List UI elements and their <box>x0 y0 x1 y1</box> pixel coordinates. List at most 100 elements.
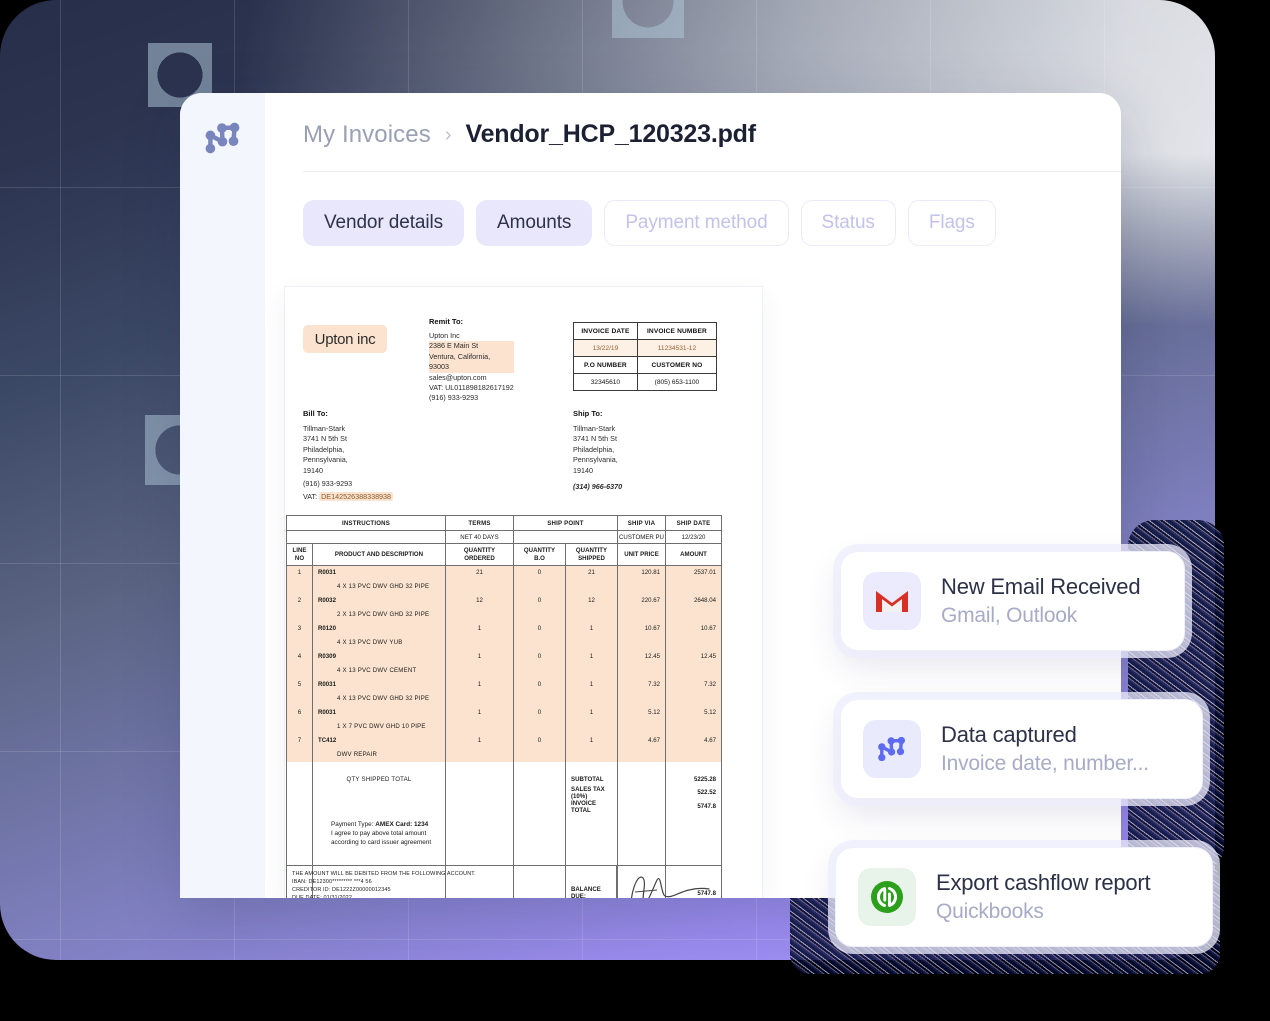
col-unit-price: UNIT PRICE <box>617 543 666 566</box>
cell-sku: R0120 <box>312 621 446 636</box>
tab-flags[interactable]: Flags <box>907 200 996 246</box>
cell-amount: 7.32 <box>665 677 722 692</box>
payment-type-line: Payment Type: AMEX Card: 1234 <box>331 820 445 829</box>
table-row: 3 R0120 1 0 1 10.67 10.67 <box>286 621 722 636</box>
screenshot-stage: My Invoices › Vendor_HCP_120323.pdf Vend… <box>0 0 1270 1021</box>
ship-point-value <box>513 530 618 544</box>
instructions-label: INSTRUCTIONS <box>286 515 446 531</box>
sales-tax-label: SALES TAX (10%) <box>565 785 618 800</box>
customer-no-value: (805) 653-1100 <box>636 373 718 391</box>
cell-ordered: 1 <box>445 677 514 692</box>
cell-bo: 0 <box>513 705 566 720</box>
tab-payment-method[interactable]: Payment method <box>604 200 789 246</box>
invoice-total-label: INVOICE TOTAL <box>565 799 618 814</box>
cell-ordered: 12 <box>445 593 514 608</box>
payment-note-block: Payment Type: AMEX Card: 1234 I agree to… <box>312 813 446 848</box>
cell-description: DWV REPAIR <box>312 747 446 762</box>
cell-shipped: 12 <box>565 593 618 608</box>
nanonets-logo-icon[interactable] <box>202 117 244 159</box>
payment-agreement-line-1: I agree to pay above total amount <box>331 829 427 837</box>
bill-to-line: 3741 N 5th St <box>303 434 347 444</box>
remit-to-line: Upton Inc <box>429 331 460 340</box>
bill-to-line: Philadelphia, <box>303 444 345 454</box>
cell-amount: 10.67 <box>665 621 722 636</box>
cell-sku: TC412 <box>312 733 446 748</box>
breadcrumb-parent-link[interactable]: My Invoices <box>303 121 431 149</box>
payment-note-row: Payment Type: AMEX Card: 1234 I agree to… <box>286 813 722 848</box>
tab-amounts[interactable]: Amounts <box>476 200 593 246</box>
bill-to-line: Tillman-Stark <box>303 424 346 433</box>
table-column-header-row: LINE NO PRODUCT AND DESCRIPTION QUANTITY O… <box>286 543 722 566</box>
ship-to-block: Ship To: Tillman-Stark 3741 N 5th St Phi… <box>573 409 622 492</box>
remit-to-block: Remit To: Upton Inc 2386 E Main St Ventu… <box>429 317 514 404</box>
cell-shipped: 1 <box>565 705 618 720</box>
cell-shipped: 1 <box>565 621 618 636</box>
instructions-value <box>286 530 446 544</box>
cell-description: 4 X 13 PVC DWV GHD 32 PIPE <box>312 579 446 594</box>
table-row: 2 R0032 12 0 12 220.67 2648.04 <box>286 593 722 608</box>
totals-row-invoice-total: INVOICE TOTAL 5747.8 <box>286 799 722 814</box>
ship-via-label: SHIP VIA <box>617 515 666 531</box>
cell-sku: R0032 <box>312 593 446 608</box>
bill-to-title: Bill To: <box>303 409 328 418</box>
table-row: 4 R0309 1 0 1 12.45 12.45 <box>286 649 722 664</box>
bill-to-vat-label: VAT: <box>303 492 318 502</box>
cell-line-no: 5 <box>286 677 313 692</box>
cell-line-no: 6 <box>286 705 313 720</box>
table-row-desc: 4 X 13 PVC DWV YUB <box>286 635 722 650</box>
sparkle-icon <box>612 0 684 38</box>
notification-subtitle: Invoice date, number... <box>941 752 1149 775</box>
col-quantity-shipped: QUANTITY SHIPPED <box>565 543 618 566</box>
cell-description: 4 X 13 PVC DWV GHD 32 PIPE <box>312 691 446 706</box>
notification-card-email[interactable]: New Email Received Gmail, Outlook <box>840 551 1185 651</box>
remit-to-line: Ventura, California, <box>429 351 514 363</box>
ship-to-phone: (314) 966-6370 <box>573 482 623 492</box>
cell-amount: 5.12 <box>665 705 722 720</box>
cell-bo: 0 <box>513 621 566 636</box>
gmail-icon <box>863 572 921 630</box>
remit-to-title: Remit To: <box>429 317 464 326</box>
bank-details-block: THE AMOUNT WILL BE DEBITED FROM THE FOLL… <box>286 865 617 898</box>
payment-type-value: AMEX Card: 1234 <box>375 820 429 828</box>
cell-bo: 0 <box>513 733 566 748</box>
customer-no-label: CUSTOMER NO <box>636 356 718 374</box>
col-quantity-bo: QUANTITY B.O <box>513 543 566 566</box>
invoice-document-preview[interactable]: Upton inc Remit To: Upton Inc 2386 E Mai… <box>285 287 762 898</box>
notification-card-data-captured[interactable]: Data captured Invoice date, number... <box>840 699 1203 799</box>
payment-type-label: Payment Type: <box>331 820 374 828</box>
bill-to-phone: (916) 933-9293 <box>303 479 353 489</box>
bank-line-2: IBAN: DE12300********* ***4 56 <box>292 879 372 885</box>
tab-vendor-details[interactable]: Vendor details <box>303 200 465 246</box>
cell-description: 4 X 13 PVC DWV CEMENT <box>312 663 446 678</box>
remit-to-phone: (916) 933-9293 <box>429 393 479 403</box>
notification-card-quickbooks[interactable]: Export cashflow report Quickbooks <box>835 847 1213 947</box>
table-row: 7 TC412 1 0 1 4.67 4.67 <box>286 733 722 748</box>
invoice-date-value: 13/22/19 <box>573 339 638 357</box>
cell-unit-price: 120.81 <box>617 565 666 580</box>
cell-bo: 0 <box>513 677 566 692</box>
chevron-right-icon: › <box>444 123 452 146</box>
cell-amount: 4.67 <box>665 733 722 748</box>
invoice-total-value: 5747.8 <box>665 799 722 814</box>
cell-unit-price: 5.12 <box>617 705 666 720</box>
bill-to-vat-value: DE142526388338938 <box>319 492 394 502</box>
cell-sku: R0309 <box>312 649 446 664</box>
bill-to-vat: VAT: DE142526388338938 <box>303 492 394 502</box>
cell-sku: R0031 <box>312 565 446 580</box>
header-divider <box>303 171 1121 172</box>
notification-subtitle: Quickbooks <box>936 900 1044 923</box>
subtotal-label: SUBTOTAL <box>565 773 618 786</box>
tab-status[interactable]: Status <box>800 200 896 246</box>
notification-text: Export cashflow report Quickbooks <box>936 870 1151 924</box>
ship-to-line: 3741 N 5th St <box>573 434 617 444</box>
ship-to-line: Philadelphia, <box>573 444 615 454</box>
terms-value: NET 40 DAYS <box>445 530 514 544</box>
bank-line-1: THE AMOUNT WILL BE DEBITED FROM THE FOLL… <box>292 871 476 877</box>
cell-shipped: 21 <box>565 565 618 580</box>
cell-unit-price: 220.67 <box>617 593 666 608</box>
signature-icon <box>630 876 710 898</box>
cell-bo: 0 <box>513 649 566 664</box>
notification-subtitle: Gmail, Outlook <box>941 604 1078 627</box>
notification-title: Export cashflow report <box>936 870 1151 895</box>
invoice-number-value: 11234531-12 <box>636 339 718 357</box>
